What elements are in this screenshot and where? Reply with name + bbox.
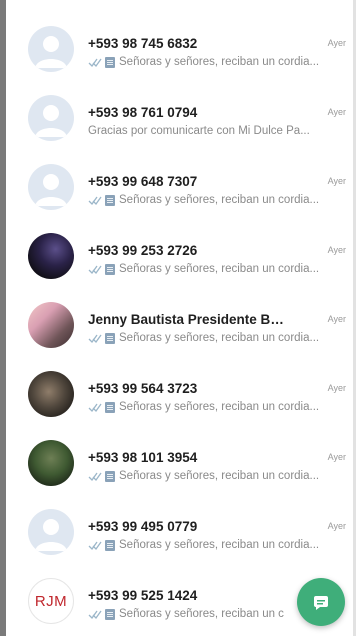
preview-text: Señoras y señores, reciban un cordia... <box>119 263 320 275</box>
document-icon <box>105 401 115 413</box>
chat-row[interactable]: +593 99 648 7307 Ayer Señoras y señores, r… <box>12 150 350 219</box>
message-time: Ayer <box>327 452 346 462</box>
new-chat-icon <box>314 596 328 610</box>
new-chat-button[interactable] <box>297 578 345 626</box>
double-check-icon <box>88 264 102 275</box>
double-check-icon <box>88 609 102 620</box>
message-time: Ayer <box>327 176 346 186</box>
chat-row[interactable]: Jenny Bautista Presidente Barrio... Ayer S… <box>12 288 350 357</box>
preview-text: Señoras y señores, reciban un cordia... <box>119 470 320 482</box>
message-preview: Señoras y señores, reciban un cordia... <box>88 539 344 551</box>
preview-text: Señoras y señores, reciban un cordia... <box>119 539 320 551</box>
avatar[interactable] <box>28 233 74 279</box>
message-preview: Señoras y señores, reciban un cordia... <box>88 332 344 344</box>
document-icon <box>105 539 115 551</box>
preview-text: Señoras y señores, reciban un cordia... <box>119 194 320 206</box>
default-avatar-icon <box>35 105 67 137</box>
chat-row[interactable]: +593 98 101 3954 Ayer Señoras y señores, r… <box>12 426 350 495</box>
message-time: Ayer <box>327 38 346 48</box>
screen-frame: +593 98 745 6832 Ayer Señoras y señores, r… <box>0 0 356 636</box>
document-icon <box>105 56 115 68</box>
double-check-icon <box>88 402 102 413</box>
default-avatar-icon <box>35 36 67 68</box>
contact-name: +593 99 525 1424 <box>88 588 198 603</box>
contact-name: +593 99 564 3723 <box>88 381 198 396</box>
avatar[interactable] <box>28 95 74 141</box>
double-check-icon <box>88 471 102 482</box>
message-time: Ayer <box>327 383 346 393</box>
document-icon <box>105 194 115 206</box>
document-icon <box>105 332 115 344</box>
avatar[interactable] <box>28 302 74 348</box>
avatar[interactable] <box>28 371 74 417</box>
message-time: Ayer <box>327 245 346 255</box>
avatar[interactable]: RJM <box>28 578 74 624</box>
preview-text: Señoras y señores, reciban un cordia... <box>119 332 320 344</box>
avatar[interactable] <box>28 509 74 555</box>
contact-name: Jenny Bautista Presidente Barrio... <box>88 312 288 327</box>
preview-text: Señoras y señores, reciban un cordia... <box>119 401 320 413</box>
message-preview: Señoras y señores, reciban un cordia... <box>88 401 344 413</box>
double-check-icon <box>88 57 102 68</box>
message-time: Ayer <box>327 314 346 324</box>
chat-row[interactable]: +593 98 761 0794 Ayer Gracias por comunica… <box>12 81 350 150</box>
chat-list[interactable]: +593 98 745 6832 Ayer Señoras y señores, r… <box>12 12 350 633</box>
preview-text: Señoras y señores, reciban un cordia... <box>119 56 320 68</box>
contact-name: +593 99 648 7307 <box>88 174 198 189</box>
message-preview: Señoras y señores, reciban un cordia... <box>88 470 344 482</box>
chat-row[interactable]: +593 99 253 2726 Ayer Señoras y señores, r… <box>12 219 350 288</box>
document-icon <box>105 263 115 275</box>
double-check-icon <box>88 195 102 206</box>
avatar-initials: RJM <box>34 592 68 610</box>
message-preview: Señoras y señores, reciban un cordia... <box>88 263 344 275</box>
avatar[interactable] <box>28 26 74 72</box>
message-time: Ayer <box>327 107 346 117</box>
message-time: Ayer <box>327 521 346 531</box>
chat-row[interactable]: +593 99 564 3723 Ayer Señoras y señores, r… <box>12 357 350 426</box>
avatar[interactable] <box>28 440 74 486</box>
chat-row[interactable]: +593 99 495 0779 Ayer Señoras y señores, r… <box>12 495 350 564</box>
contact-name: +593 98 745 6832 <box>88 36 198 51</box>
double-check-icon <box>88 333 102 344</box>
document-icon <box>105 470 115 482</box>
document-icon <box>105 608 115 620</box>
avatar[interactable] <box>28 164 74 210</box>
default-avatar-icon <box>35 174 67 206</box>
contact-name: +593 98 101 3954 <box>88 450 198 465</box>
preview-text: Señoras y señores, reciban un c <box>119 608 284 620</box>
contact-name: +593 99 253 2726 <box>88 243 198 258</box>
chat-row[interactable]: +593 98 745 6832 Ayer Señoras y señores, r… <box>12 12 350 81</box>
message-preview: Señoras y señores, reciban un cordia... <box>88 194 344 206</box>
contact-name: +593 99 495 0779 <box>88 519 198 534</box>
double-check-icon <box>88 540 102 551</box>
message-preview: Gracias por comunicarte con Mi Dulce Pa.… <box>88 125 344 137</box>
default-avatar-icon <box>35 519 67 551</box>
preview-text: Gracias por comunicarte con Mi Dulce Pa.… <box>88 125 310 137</box>
contact-name: +593 98 761 0794 <box>88 105 198 120</box>
message-preview: Señoras y señores, reciban un cordia... <box>88 56 344 68</box>
